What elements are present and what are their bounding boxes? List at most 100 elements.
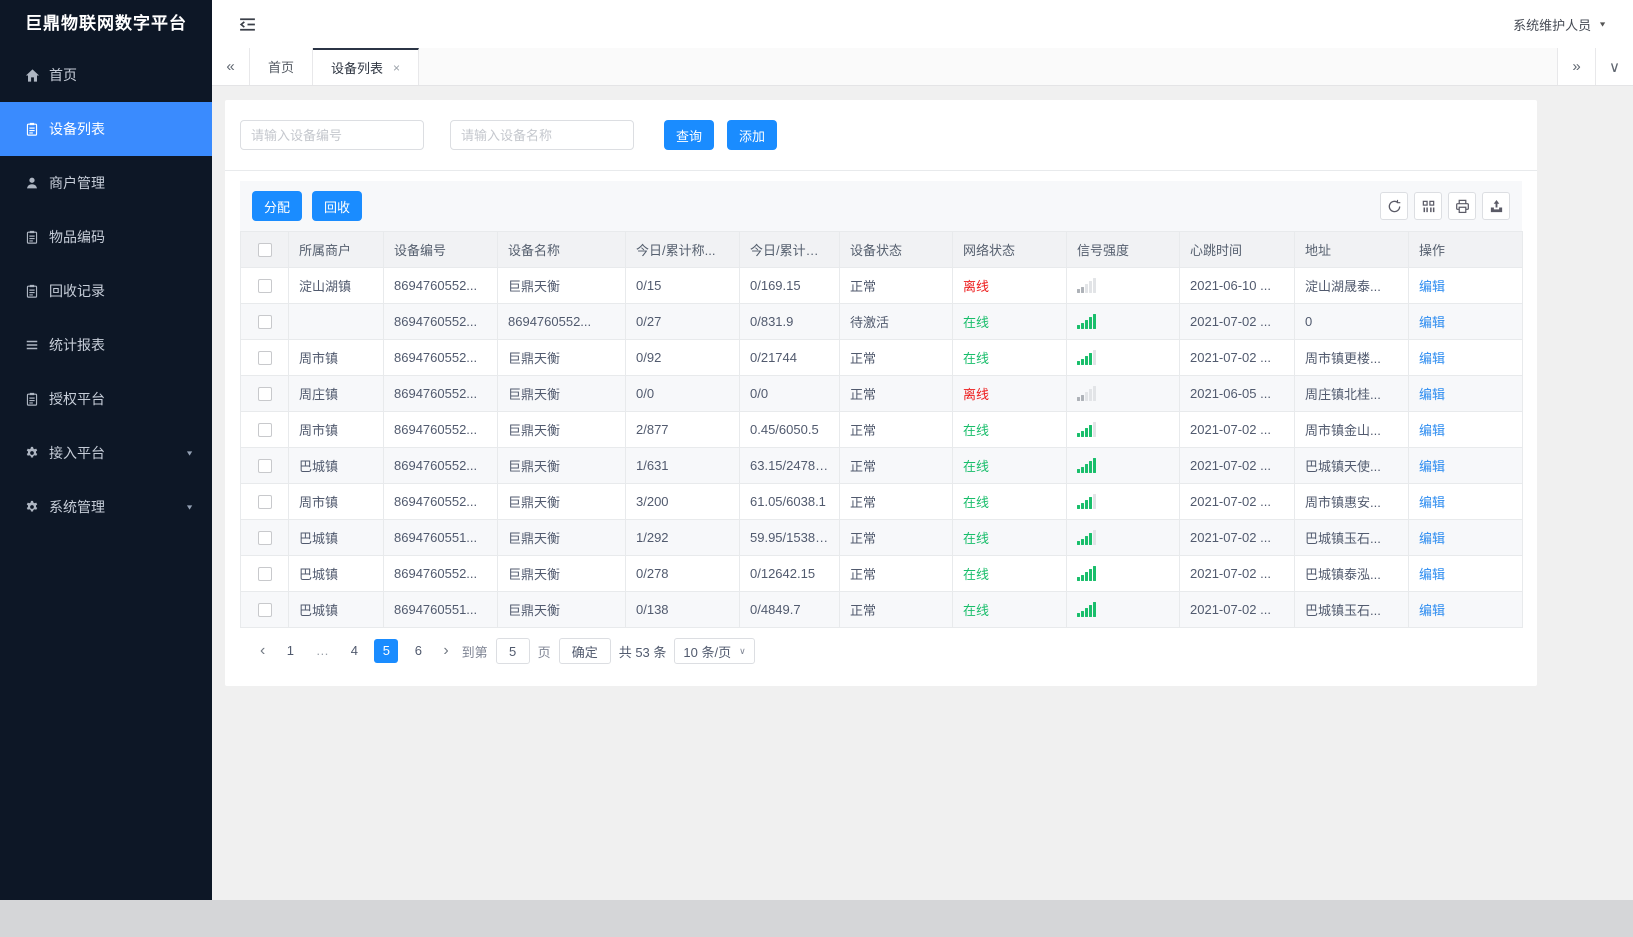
cell-device-name: 巨鼎天衡 xyxy=(497,519,626,556)
row-checkbox[interactable] xyxy=(257,351,272,366)
row-checkbox[interactable] xyxy=(257,459,272,474)
cell-device-name: 巨鼎天衡 xyxy=(497,267,626,304)
column-header: 所属商户 xyxy=(288,231,384,268)
print-icon[interactable] xyxy=(1448,192,1476,220)
page-number-5[interactable]: 5 xyxy=(374,639,399,663)
signal-strength-icon xyxy=(1077,530,1169,545)
goto-confirm-button[interactable]: 确定 xyxy=(558,638,611,664)
cell-device-status: 正常 xyxy=(839,483,953,520)
prev-page-icon[interactable]: ‹ xyxy=(255,642,270,660)
row-checkbox[interactable] xyxy=(257,423,272,438)
edit-link[interactable]: 编辑 xyxy=(1419,603,1445,618)
sidebar-item-recycle-records[interactable]: 回收记录 xyxy=(0,264,212,318)
tabs: 首页 设备列表 × xyxy=(250,48,420,85)
signal-strength-icon xyxy=(1077,494,1169,509)
table-row: 8694760552... 8694760552... 0/27 0/831.9 待激活… xyxy=(240,303,1523,340)
edit-link[interactable]: 编辑 xyxy=(1419,279,1445,294)
row-checkbox[interactable] xyxy=(257,279,272,294)
edit-link[interactable]: 编辑 xyxy=(1419,531,1445,546)
edit-link[interactable]: 编辑 xyxy=(1419,351,1445,366)
edit-link[interactable]: 编辑 xyxy=(1419,459,1445,474)
tabs-scroll-right-icon[interactable]: » xyxy=(1557,48,1595,85)
table-row: 巴城镇 8694760552... 巨鼎天衡 0/278 0/12642.15 正常 在线 2… xyxy=(240,555,1523,592)
cell-heartbeat: 2021-07-02 ... xyxy=(1179,591,1295,628)
user-menu[interactable]: 系统维护人员 ▼ xyxy=(1513,15,1607,34)
signal-strength-icon xyxy=(1077,314,1169,329)
edit-link[interactable]: 编辑 xyxy=(1419,387,1445,402)
sidebar-item-device-list[interactable]: 设备列表 xyxy=(0,102,212,156)
tabs-scroll-left-icon[interactable]: « xyxy=(212,48,250,85)
tab-label: 设备列表 xyxy=(331,61,384,76)
add-button[interactable]: 添加 xyxy=(727,120,778,150)
collapse-sidebar-icon[interactable] xyxy=(238,13,260,35)
lines-icon xyxy=(24,337,40,353)
top-bar: 系统维护人员 ▼ xyxy=(212,0,1633,48)
cell-network-status: 在线 xyxy=(952,339,1067,376)
sidebar-item-merchant-management[interactable]: 商户管理 xyxy=(0,156,212,210)
edit-link[interactable]: 编辑 xyxy=(1419,315,1445,330)
cell-device-name: 巨鼎天衡 xyxy=(497,411,626,448)
row-checkbox[interactable] xyxy=(257,315,272,330)
app-window: 巨鼎物联网数字平台 首页 设备列表 商户管理 物品编码 回收记录 统计报表 授权平台 接入平台… xyxy=(0,0,1633,937)
cell-today-count: 0/92 xyxy=(625,339,740,376)
page-number-4[interactable]: 4 xyxy=(342,639,366,663)
cell-today-count: 0/0 xyxy=(625,375,740,412)
sidebar-item-system-management[interactable]: 系统管理 ▼ xyxy=(0,480,212,534)
cell-device-status: 正常 xyxy=(839,339,953,376)
cell-network-status: 离线 xyxy=(952,267,1067,304)
sidebar-item-access-platform[interactable]: 接入平台 ▼ xyxy=(0,426,212,480)
edit-link[interactable]: 编辑 xyxy=(1419,423,1445,438)
cell-device-no: 8694760551... xyxy=(383,519,498,556)
cell-device-name: 8694760552... xyxy=(497,303,626,340)
row-checkbox[interactable] xyxy=(257,567,272,582)
column-settings-icon[interactable] xyxy=(1414,192,1442,220)
goto-page-input[interactable] xyxy=(495,638,530,664)
sidebar-item-home[interactable]: 首页 xyxy=(0,48,212,102)
row-checkbox[interactable] xyxy=(257,603,272,618)
gear-icon xyxy=(24,499,40,515)
recycle-button[interactable]: 回收 xyxy=(312,191,363,221)
select-all-checkbox[interactable] xyxy=(257,243,272,258)
cell-network-status: 在线 xyxy=(952,591,1067,628)
row-checkbox[interactable] xyxy=(257,495,272,510)
page-number-6[interactable]: 6 xyxy=(406,639,430,663)
next-page-icon[interactable]: › xyxy=(438,642,453,660)
table-row: 巴城镇 8694760551... 巨鼎天衡 0/138 0/4849.7 正常 在线 202… xyxy=(240,591,1523,628)
signal-strength-icon xyxy=(1077,386,1169,401)
sidebar-item-authorization-platform[interactable]: 授权平台 xyxy=(0,372,212,426)
cell-device-status: 正常 xyxy=(839,375,953,412)
row-checkbox[interactable] xyxy=(257,387,272,402)
sidebar-item-statistics-report[interactable]: 统计报表 xyxy=(0,318,212,372)
edit-link[interactable]: 编辑 xyxy=(1419,495,1445,510)
cell-merchant: 巴城镇 xyxy=(288,555,384,592)
export-icon[interactable] xyxy=(1482,192,1510,220)
assign-button[interactable]: 分配 xyxy=(252,191,303,221)
device-name-input[interactable] xyxy=(450,120,634,150)
tab-device-list[interactable]: 设备列表 × xyxy=(313,48,420,85)
cell-today-count: 0/138 xyxy=(625,591,740,628)
cell-address: 淀山湖晟泰... xyxy=(1294,267,1409,304)
page-size-value: 10 条/页 xyxy=(683,644,732,660)
cell-device-no: 8694760552... xyxy=(383,555,498,592)
close-icon[interactable]: × xyxy=(393,61,400,75)
tabs-menu-icon[interactable]: ∨ xyxy=(1595,48,1633,85)
sidebar-item-label: 系统管理 xyxy=(49,499,105,515)
goto-label: 到第 xyxy=(461,644,488,660)
row-checkbox[interactable] xyxy=(257,531,272,546)
column-header: 设备状态 xyxy=(839,231,953,268)
table-row: 周市镇 8694760552... 巨鼎天衡 2/877 0.45/6050.5 正常 在线… xyxy=(240,411,1523,448)
sidebar-item-label: 首页 xyxy=(49,67,77,83)
query-button[interactable]: 查询 xyxy=(664,120,715,150)
page-number-1[interactable]: 1 xyxy=(278,639,302,663)
cell-device-no: 8694760552... xyxy=(383,339,498,376)
page-size-select[interactable]: 10 条/页 ∨ xyxy=(674,638,755,664)
cell-signal xyxy=(1066,591,1180,628)
sidebar: 巨鼎物联网数字平台 首页 设备列表 商户管理 物品编码 回收记录 统计报表 授权平台 接入平台… xyxy=(0,0,212,900)
cell-heartbeat: 2021-07-02 ... xyxy=(1179,519,1295,556)
device-no-input[interactable] xyxy=(240,120,424,150)
refresh-icon[interactable] xyxy=(1380,192,1408,220)
edit-link[interactable]: 编辑 xyxy=(1419,567,1445,582)
cell-network-status: 在线 xyxy=(952,483,1067,520)
sidebar-item-item-code[interactable]: 物品编码 xyxy=(0,210,212,264)
tab-home[interactable]: 首页 xyxy=(250,48,314,85)
